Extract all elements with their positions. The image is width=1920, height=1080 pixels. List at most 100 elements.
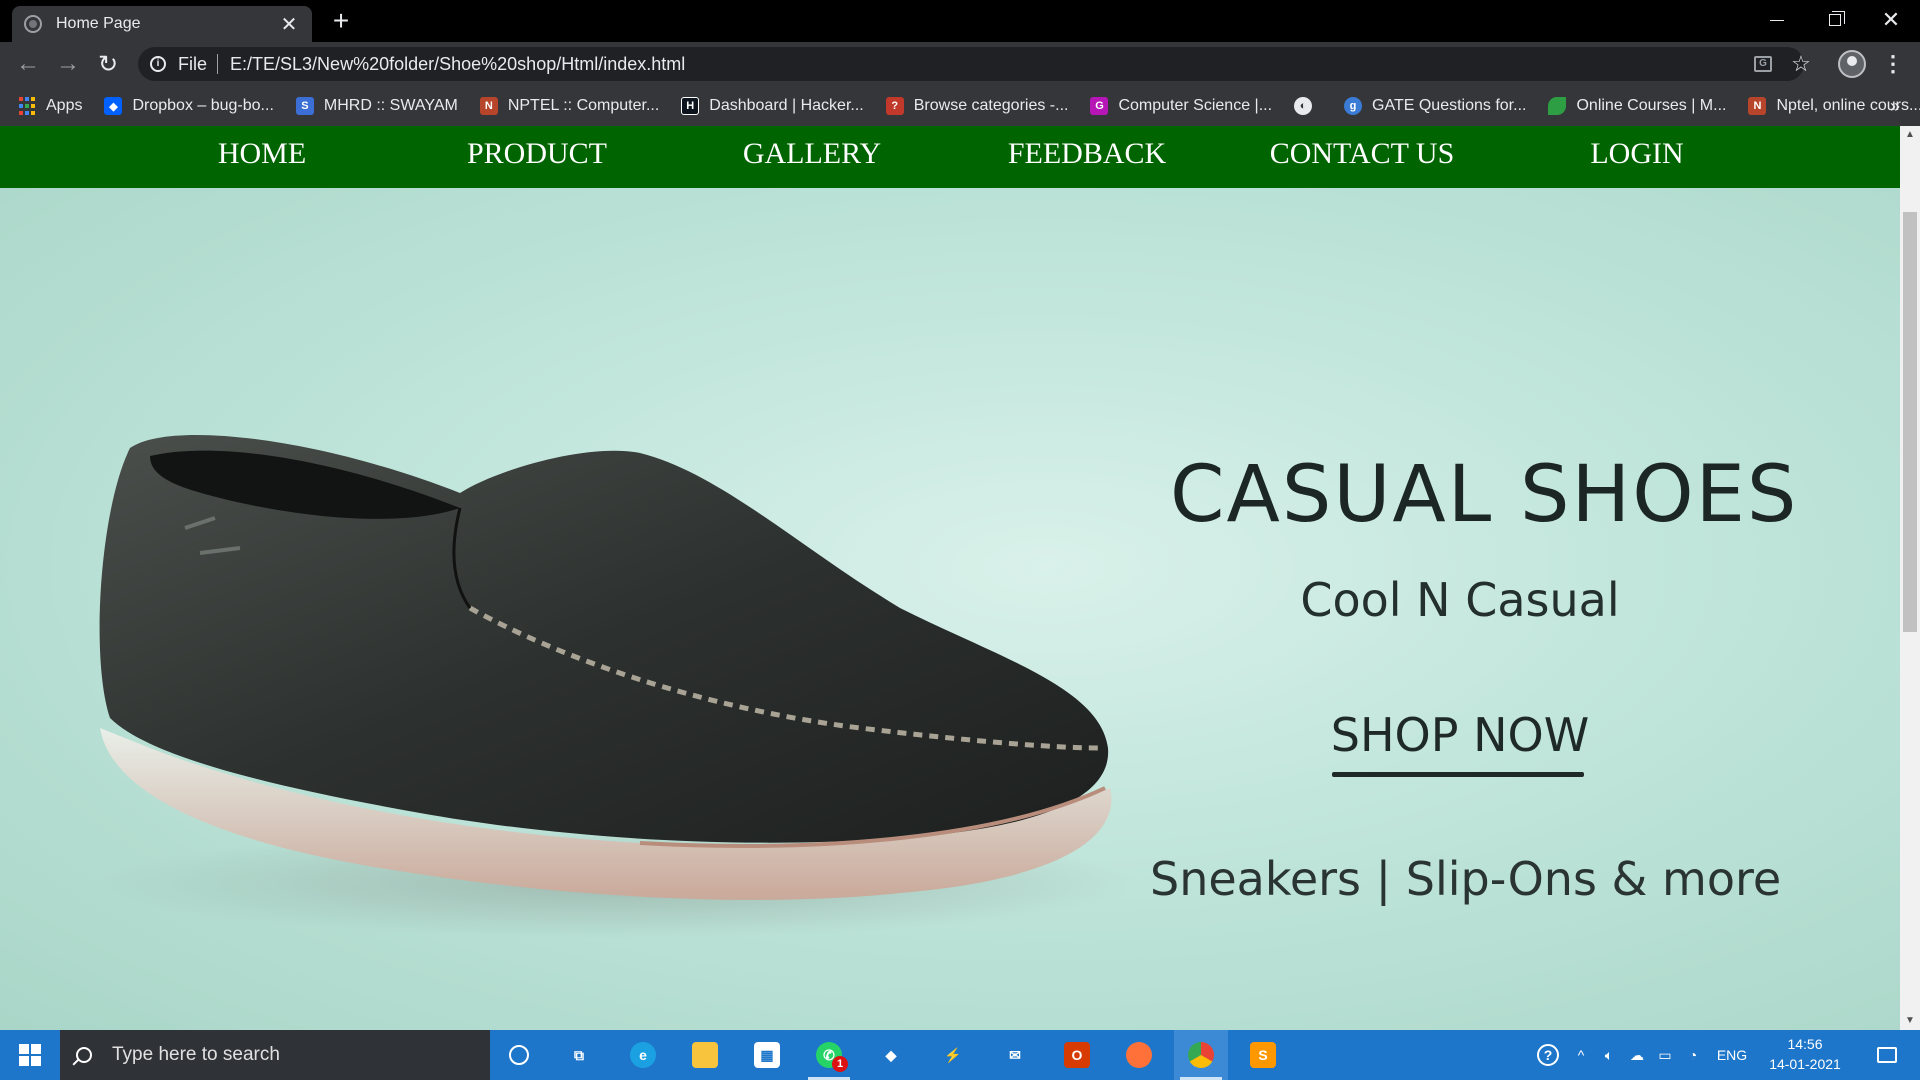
bookmark-browse-categories[interactable]: ? Browse categories -... bbox=[885, 97, 1068, 115]
firefox-taskbar-icon[interactable] bbox=[1112, 1030, 1166, 1080]
bookmark-globe[interactable]: ◐ bbox=[1294, 97, 1322, 115]
cta-underline bbox=[1332, 772, 1584, 777]
mail-taskbar-icon[interactable]: ✉ bbox=[988, 1030, 1042, 1080]
translate-button[interactable]: G bbox=[1748, 42, 1778, 86]
browse-icon: ? bbox=[885, 97, 904, 115]
page-scrollbar[interactable]: ▲ ▼ bbox=[1900, 126, 1920, 1030]
search-placeholder: Type here to search bbox=[112, 1044, 280, 1065]
scroll-down-arrow-icon[interactable]: ▼ bbox=[1900, 1012, 1920, 1030]
dropbox-taskbar-icon[interactable]: ◆ bbox=[864, 1030, 918, 1080]
action-center-button[interactable] bbox=[1862, 1030, 1912, 1080]
wifi-icon[interactable]: ◔ bbox=[1680, 1030, 1706, 1080]
windows-taskbar: Type here to search ⧉ e ▦ ✆ 1 ◆ ⚡ ✉ O S … bbox=[0, 1030, 1920, 1080]
profile-button[interactable] bbox=[1834, 42, 1870, 86]
nav-product-link[interactable]: PRODUCT bbox=[407, 126, 667, 182]
nav-gallery-link[interactable]: GALLERY bbox=[682, 126, 942, 182]
reload-icon[interactable]: ↻ bbox=[88, 42, 128, 86]
window-close-button[interactable]: ✕ bbox=[1862, 0, 1920, 40]
chrome-icon bbox=[1188, 1042, 1214, 1068]
site-info-icon[interactable]: i bbox=[150, 56, 166, 72]
cortana-button[interactable] bbox=[492, 1030, 546, 1080]
dropbox-icon: ◆ bbox=[104, 97, 123, 115]
gate-icon: g bbox=[1344, 97, 1363, 115]
show-hidden-icons-chevron-icon[interactable]: ^ bbox=[1568, 1030, 1594, 1080]
chrome-taskbar-icon[interactable] bbox=[1174, 1030, 1228, 1080]
tab-close-icon[interactable]: ✕ bbox=[278, 12, 300, 37]
taskbar-search-box[interactable]: Type here to search bbox=[60, 1030, 490, 1080]
bookmark-computer-science[interactable]: G Computer Science |... bbox=[1090, 97, 1272, 115]
bookmark-online-courses[interactable]: Online Courses | M... bbox=[1548, 97, 1726, 115]
bookmark-nptel[interactable]: N NPTEL :: Computer... bbox=[479, 97, 660, 115]
windows-logo-icon bbox=[19, 1044, 41, 1066]
new-tab-button[interactable]: + bbox=[326, 6, 356, 36]
nav-feedback-link[interactable]: FEEDBACK bbox=[957, 126, 1217, 182]
forward-arrow-icon[interactable]: → bbox=[48, 42, 88, 86]
battery-icon[interactable]: ▭ bbox=[1652, 1030, 1678, 1080]
omnibox-divider bbox=[217, 54, 219, 74]
bookmark-hackerrank[interactable]: H Dashboard | Hacker... bbox=[681, 97, 864, 115]
scroll-up-arrow-icon[interactable]: ▲ bbox=[1900, 126, 1920, 144]
browser-tab-strip: Home Page ✕ + ✕ bbox=[0, 0, 1920, 42]
bookmark-label: Computer Science |... bbox=[1118, 97, 1273, 114]
nptel-icon: N bbox=[479, 97, 498, 115]
scrollbar-thumb[interactable] bbox=[1903, 212, 1917, 632]
start-button[interactable] bbox=[0, 1030, 60, 1080]
office-taskbar-icon[interactable]: O bbox=[1050, 1030, 1104, 1080]
clock-date: 14-01-2021 bbox=[1769, 1056, 1841, 1072]
url-scheme-label: File bbox=[178, 53, 208, 74]
notification-badge: 1 bbox=[832, 1056, 848, 1072]
vscode-taskbar-icon[interactable]: ⚡ bbox=[926, 1030, 980, 1080]
bookmark-label: Online Courses | M... bbox=[1576, 97, 1727, 114]
browser-menu-icon[interactable]: ⋮ bbox=[1878, 42, 1908, 86]
search-icon bbox=[76, 1047, 92, 1063]
bookmark-label: Apps bbox=[46, 97, 83, 114]
leaf-icon bbox=[1548, 97, 1567, 115]
dropbox-icon: ◆ bbox=[885, 1046, 897, 1063]
bookmark-apps[interactable]: Apps bbox=[18, 97, 82, 115]
browser-toolbar: ← → ↻ i File E:/TE/SL3/New%20folder/Shoe… bbox=[0, 42, 1920, 86]
edge-taskbar-icon[interactable]: e bbox=[616, 1030, 670, 1080]
store-bag-icon: ▦ bbox=[754, 1042, 780, 1068]
address-bar[interactable]: i File E:/TE/SL3/New%20folder/Shoe%20sho… bbox=[138, 47, 1804, 81]
page-viewport: HOME PRODUCT GALLERY FEEDBACK CONTACT US… bbox=[0, 126, 1900, 1030]
nav-contact-us-link[interactable]: CONTACT US bbox=[1232, 126, 1492, 182]
window-minimize-button[interactable] bbox=[1748, 0, 1806, 40]
shop-now-button[interactable]: SHOP NOW bbox=[1290, 708, 1630, 762]
nav-login-link[interactable]: LOGIN bbox=[1507, 126, 1767, 182]
hero-title: CASUAL SHOES bbox=[1170, 450, 1799, 540]
bookmark-star-icon[interactable]: ☆ bbox=[1786, 42, 1816, 86]
taskbar-clock[interactable]: 14:56 14-01-2021 bbox=[1760, 1034, 1850, 1074]
whatsapp-taskbar-icon[interactable]: ✆ 1 bbox=[802, 1030, 856, 1080]
help-tray-icon[interactable]: ? bbox=[1530, 1030, 1566, 1080]
folder-icon bbox=[692, 1042, 718, 1068]
onedrive-cloud-icon[interactable]: ☁ bbox=[1624, 1030, 1650, 1080]
file-explorer-taskbar-icon[interactable] bbox=[678, 1030, 732, 1080]
store-taskbar-icon[interactable]: ▦ bbox=[740, 1030, 794, 1080]
bookmark-dropbox[interactable]: ◆ Dropbox – bug-bo... bbox=[104, 97, 274, 115]
tab-title: Home Page bbox=[56, 15, 141, 32]
language-indicator[interactable]: ENG bbox=[1712, 1030, 1752, 1080]
mail-icon: ✉ bbox=[1009, 1046, 1021, 1063]
more-bookmarks-chevron-icon[interactable]: » bbox=[1890, 86, 1900, 126]
bookmark-label: Dashboard | Hacker... bbox=[709, 97, 864, 114]
browser-tab-home-page[interactable]: Home Page ✕ bbox=[12, 6, 312, 42]
hackerrank-icon: H bbox=[681, 97, 700, 115]
notification-icon bbox=[1877, 1047, 1897, 1063]
window-restore-button[interactable] bbox=[1806, 0, 1864, 40]
task-view-button[interactable]: ⧉ bbox=[552, 1030, 606, 1080]
hero-subtitle: Cool N Casual bbox=[1300, 573, 1620, 627]
nptel2-icon: N bbox=[1748, 97, 1767, 115]
back-arrow-icon[interactable]: ← bbox=[8, 42, 48, 86]
volume-icon[interactable]: 🔈︎ bbox=[1596, 1030, 1622, 1080]
sublime-taskbar-icon[interactable]: S bbox=[1236, 1030, 1290, 1080]
hero-banner[interactable]: CASUAL SHOES Cool N Casual SHOP NOW Snea… bbox=[0, 188, 1900, 1030]
bookmark-swayam[interactable]: S MHRD :: SWAYAM bbox=[295, 97, 458, 115]
hero-tagline: Sneakers | Slip-Ons & more bbox=[1150, 852, 1782, 906]
bolt-icon: ⚡ bbox=[944, 1046, 962, 1063]
avatar bbox=[1838, 50, 1866, 78]
url-text[interactable]: E:/TE/SL3/New%20folder/Shoe%20shop/Html/… bbox=[230, 54, 685, 75]
bookmark-gate[interactable]: g GATE Questions for... bbox=[1344, 97, 1526, 115]
nav-home-link[interactable]: HOME bbox=[132, 126, 392, 182]
clock-time: 14:56 bbox=[1787, 1036, 1823, 1052]
bookmark-label: NPTEL :: Computer... bbox=[507, 97, 660, 114]
